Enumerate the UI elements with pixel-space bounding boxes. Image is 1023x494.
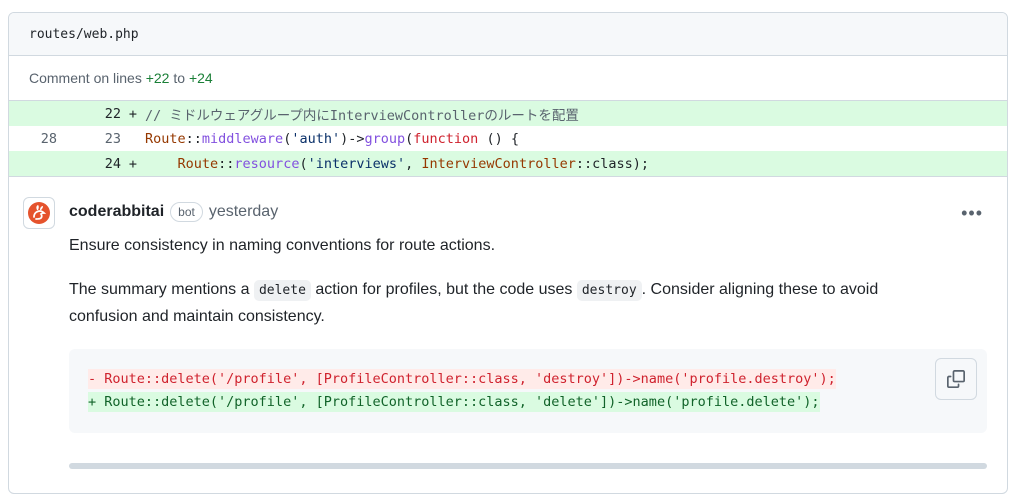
code-token: middleware bbox=[201, 130, 284, 147]
code-token: 'auth' bbox=[291, 130, 341, 147]
new-line-number: 24 bbox=[104, 155, 121, 172]
code-token: resource bbox=[234, 155, 300, 172]
code-line: Route::middleware('auth')->group(functio… bbox=[145, 131, 519, 147]
code-token: , bbox=[405, 155, 422, 172]
review-comment-card: routes/web.php Comment on lines +22 to +… bbox=[8, 12, 1008, 494]
avatar[interactable] bbox=[23, 197, 55, 229]
text-run: The summary mentions a bbox=[69, 281, 254, 298]
inline-code: delete bbox=[253, 280, 311, 301]
comment-paragraph: Ensure consistency in naming conventions… bbox=[69, 237, 496, 254]
comment-timestamp[interactable]: yesterday bbox=[209, 203, 278, 221]
code-token: :: bbox=[218, 155, 235, 172]
rabbit-logo-icon bbox=[28, 202, 50, 224]
removed-text: - Route::delete('/profile', [ProfileCont… bbox=[88, 369, 836, 389]
line-start[interactable]: +22 bbox=[146, 70, 170, 86]
code-line: Route::resource('interviews', InterviewC… bbox=[145, 156, 649, 172]
suggestion-code-block: - Route::delete('/profile', [ProfileCont… bbox=[69, 349, 987, 433]
old-line-number: 28 bbox=[40, 130, 57, 147]
diff-marker: + bbox=[128, 155, 138, 172]
comment: coderabbitai bot yesterday ••• Ensure co… bbox=[9, 177, 1007, 469]
inline-code: destroy bbox=[576, 280, 642, 301]
diff-hunk: 22 + // ミドルウェアグループ内にInterviewControllerの… bbox=[9, 100, 1007, 177]
comment-paragraph: The summary mentions a delete action for… bbox=[69, 277, 949, 330]
new-line-number: 22 bbox=[104, 105, 121, 122]
code-token: () { bbox=[478, 130, 519, 147]
comment-header: coderabbitai bot yesterday bbox=[69, 199, 991, 225]
code-token: InterviewController bbox=[421, 155, 576, 172]
text-run: action for profiles, but the code uses bbox=[310, 281, 577, 298]
diff-row: 24 + Route::resource('interviews', Inter… bbox=[9, 151, 1007, 176]
comment-lines-label: Comment on lines +22 to +24 bbox=[9, 56, 1007, 100]
code-token: group bbox=[364, 130, 406, 147]
diff-row: 22 + // ミドルウェアグループ内にInterviewControllerの… bbox=[9, 101, 1007, 126]
code-token: :: bbox=[185, 130, 202, 147]
copy-button[interactable] bbox=[935, 358, 977, 400]
code-comment: // ミドルウェアグループ内にInterviewControllerのルートを配… bbox=[145, 107, 579, 124]
code-token: Route bbox=[177, 155, 219, 172]
code-token: ::class); bbox=[575, 155, 649, 172]
kebab-icon[interactable]: ••• bbox=[961, 203, 983, 224]
code-token: ( bbox=[299, 155, 308, 172]
comment-body: Ensure consistency in naming conventions… bbox=[69, 233, 987, 469]
author-name[interactable]: coderabbitai bbox=[69, 203, 164, 221]
comment-lines-prefix: Comment on lines bbox=[29, 70, 142, 86]
line-end[interactable]: +24 bbox=[189, 70, 213, 86]
new-line-number: 23 bbox=[104, 130, 121, 147]
code-token: 'interviews' bbox=[307, 155, 406, 172]
comment-lines-connector: to bbox=[173, 70, 186, 86]
horizontal-scrollbar[interactable] bbox=[69, 463, 987, 469]
file-header: routes/web.php bbox=[9, 13, 1007, 56]
diff-marker: + bbox=[128, 105, 138, 122]
code-token: function bbox=[413, 130, 479, 147]
code-line-added: + Route::delete('/profile', [ProfileCont… bbox=[88, 391, 987, 414]
code-line-removed: - Route::delete('/profile', [ProfileCont… bbox=[88, 368, 987, 391]
diff-row: 28 23 Route::middleware('auth')->group(f… bbox=[9, 126, 1007, 151]
file-path[interactable]: routes/web.php bbox=[29, 27, 139, 42]
code-token: Route bbox=[145, 130, 186, 147]
bot-badge: bot bbox=[170, 202, 203, 222]
added-text: + Route::delete('/profile', [ProfileCont… bbox=[88, 392, 820, 412]
code-token: )-> bbox=[340, 130, 365, 147]
copy-icon bbox=[947, 370, 965, 388]
